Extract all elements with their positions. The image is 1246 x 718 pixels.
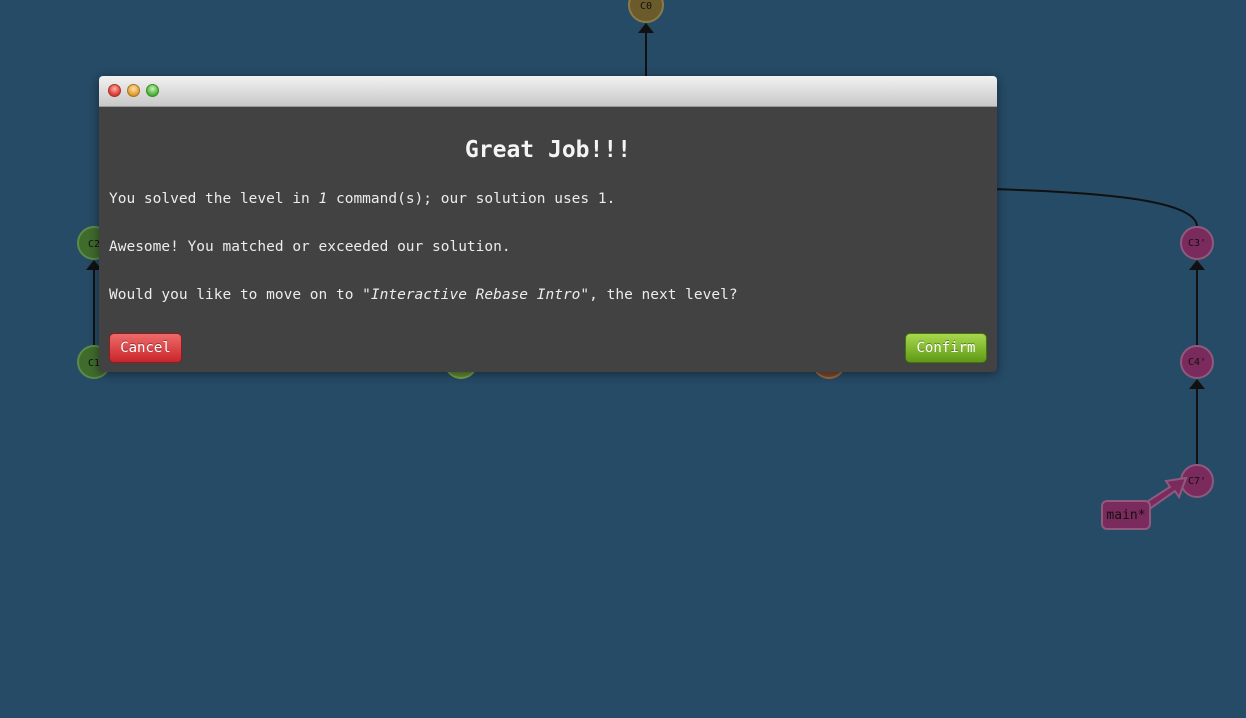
dialog-title: Great Job!!! (464, 137, 632, 163)
next-level-prompt: Would you like to move on to "Interactiv… (109, 287, 738, 303)
command-count: 1 (318, 191, 328, 207)
minimize-icon[interactable] (127, 84, 140, 97)
summary-suffix: command(s); our solution uses 1. (327, 191, 616, 207)
edge-arrowhead-c3p (1189, 260, 1205, 270)
commit-label: C0 (640, 1, 652, 12)
maximize-icon[interactable] (146, 84, 159, 97)
window-titlebar (99, 76, 997, 107)
close-icon[interactable] (108, 84, 121, 97)
summary-prefix: You solved the level in (109, 191, 319, 207)
prompt-suffix: , the next level? (589, 287, 738, 303)
confirm-button[interactable]: Confirm (905, 333, 987, 363)
edge-arrowhead-c4p (1189, 379, 1205, 389)
commit-label: C3' (1188, 238, 1206, 249)
prompt-prefix: Would you like to move on to (109, 287, 363, 303)
next-level-name: "Interactive Rebase Intro" (362, 287, 590, 303)
edge-arrowhead-c0 (638, 23, 654, 33)
commit-node-c3-prime[interactable]: C3' (1180, 226, 1214, 260)
cancel-button[interactable]: Cancel (109, 333, 182, 363)
level-complete-dialog: Great Job!!! You solved the level in 1 c… (99, 76, 997, 372)
commit-node-c4-prime[interactable]: C4' (1180, 345, 1214, 379)
commit-label: C4' (1188, 357, 1206, 368)
dialog-content: Great Job!!! You solved the level in 1 c… (99, 107, 997, 372)
commit-label: C7' (1188, 476, 1206, 487)
branch-main[interactable]: main* (1101, 476, 1188, 530)
commit-node-c0[interactable]: C0 (628, 0, 664, 23)
success-message: Awesome! You matched or exceeded our sol… (109, 239, 511, 255)
solution-summary: You solved the level in 1 command(s); ou… (109, 191, 615, 207)
edge-to-c3p (989, 188, 1198, 227)
branch-label: main* (1106, 508, 1145, 523)
